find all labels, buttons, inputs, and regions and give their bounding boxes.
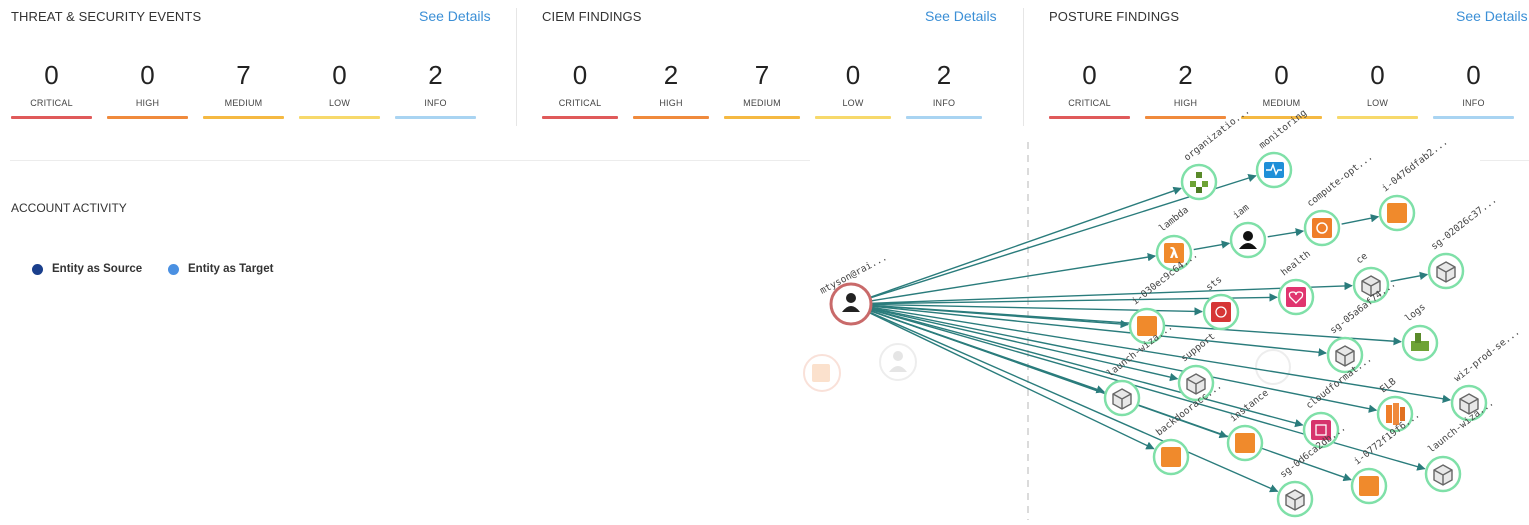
node-label: compute-opt... bbox=[1305, 151, 1375, 209]
graph-node[interactable]: iam bbox=[1229, 202, 1267, 259]
graph-node[interactable]: organizatio... bbox=[1180, 105, 1252, 201]
cube-icon bbox=[1285, 489, 1305, 511]
graph-edge bbox=[869, 186, 1182, 299]
node-label: organizatio... bbox=[1182, 105, 1252, 163]
graph-node[interactable]: health bbox=[1277, 249, 1315, 316]
node-label: lambda bbox=[1157, 205, 1191, 235]
node-label: ELB bbox=[1378, 376, 1399, 395]
graph-node[interactable]: logs bbox=[1401, 302, 1439, 362]
graph-edge bbox=[1341, 214, 1380, 225]
graph-edge bbox=[1390, 271, 1429, 283]
cube-icon bbox=[1112, 388, 1132, 410]
cube-icon bbox=[1436, 261, 1456, 283]
activity-graph[interactable]: organizatio... monitoring λ lambda iam comput… bbox=[0, 0, 1529, 525]
node-label: monitoring bbox=[1257, 107, 1309, 151]
svg-text:λ: λ bbox=[1170, 246, 1179, 262]
cube-icon bbox=[1433, 464, 1453, 486]
node-label: ce bbox=[1354, 250, 1370, 266]
node-label: wiz-prod-se... bbox=[1452, 326, 1522, 384]
instance-icon bbox=[1161, 447, 1181, 467]
node-label: logs bbox=[1403, 302, 1428, 325]
graph-edge bbox=[868, 311, 1155, 450]
sts-icon bbox=[1211, 302, 1231, 322]
compute-optimizer-icon bbox=[1312, 218, 1332, 238]
cube-icon bbox=[1335, 345, 1355, 367]
graph-node[interactable]: sts bbox=[1202, 274, 1240, 331]
instance-icon bbox=[1387, 203, 1407, 223]
node-label: iam bbox=[1231, 202, 1252, 221]
instance-icon bbox=[1235, 433, 1255, 453]
graph-node[interactable]: compute-opt... bbox=[1303, 151, 1375, 247]
graph-node[interactable]: sg-02026c37... bbox=[1427, 194, 1499, 290]
graph-edge bbox=[1193, 240, 1231, 251]
health-icon bbox=[1286, 287, 1306, 307]
graph-node[interactable]: i-0476dfab2... bbox=[1378, 136, 1450, 232]
graph-edge bbox=[1267, 228, 1305, 238]
graph-node[interactable]: monitoring bbox=[1255, 107, 1309, 189]
node-label: i-0476dfab2... bbox=[1380, 136, 1450, 194]
monitoring-icon bbox=[1264, 162, 1284, 178]
node-label: sg-02026c37... bbox=[1429, 194, 1499, 252]
instance-icon bbox=[1359, 476, 1379, 496]
node-ring bbox=[1180, 163, 1218, 201]
node-label: health bbox=[1279, 249, 1313, 279]
